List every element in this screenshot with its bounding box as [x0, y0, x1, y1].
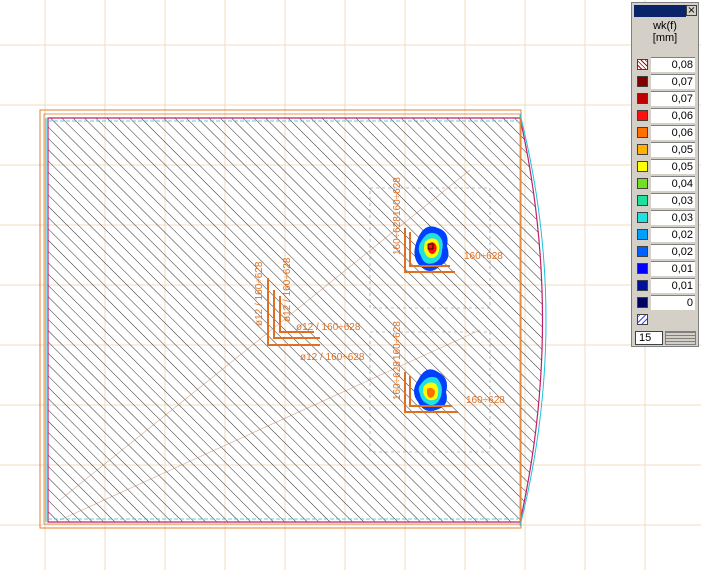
legend-value: 0: [651, 295, 695, 310]
legend-row: [635, 312, 697, 328]
legend-value: 0,03: [651, 193, 695, 208]
legend-titlebar[interactable]: [634, 5, 686, 17]
legend-value: 0,06: [651, 108, 695, 123]
legend-swatch: [637, 263, 648, 274]
rebar-label-8: ø12 / 160÷628: [282, 257, 293, 322]
legend-value: 0,05: [651, 142, 695, 157]
legend-swatch: [637, 246, 648, 257]
rebar-label-2: 160÷628: [466, 395, 505, 406]
legend-value: 0,02: [651, 244, 695, 259]
scale-slider[interactable]: [665, 331, 696, 345]
rebar-label-7: ø12 / 160÷628: [254, 261, 265, 326]
legend-row: 0,01: [635, 278, 697, 294]
legend-swatch: [637, 76, 648, 87]
legend-row: 0,06: [635, 108, 697, 124]
legend-row: 0,01: [635, 261, 697, 277]
legend-row: 0,02: [635, 227, 697, 243]
legend-value: [651, 312, 695, 327]
legend-row: 0,02: [635, 244, 697, 260]
legend-row: 0: [635, 295, 697, 311]
legend-unit: [mm]: [652, 32, 678, 44]
legend-row: 0,07: [635, 74, 697, 90]
rebar-label-10: 160÷628: [392, 216, 403, 255]
legend-row: 0,06: [635, 125, 697, 141]
legend-row: 0,03: [635, 210, 697, 226]
legend-swatch: [637, 161, 648, 172]
legend-swatch: [637, 229, 648, 240]
legend-value: 0,05: [651, 159, 695, 174]
legend-swatch: [637, 110, 648, 121]
legend-swatch: [637, 59, 648, 70]
slab[interactable]: [39, 109, 547, 529]
legend-value: 0,07: [651, 91, 695, 106]
legend-value: 0,02: [651, 227, 695, 242]
rebar-label-9: 160÷628: [392, 361, 403, 400]
legend-swatch: [637, 178, 648, 189]
scale-input[interactable]: 15: [635, 331, 663, 345]
legend-row: 0,05: [635, 159, 697, 175]
legend-value: 0,06: [651, 125, 695, 140]
rebar-label-1: 160÷628: [464, 251, 503, 262]
legend-title: wk(f): [653, 20, 677, 32]
legend-row: 0,07: [635, 91, 697, 107]
legend-value: 0,03: [651, 210, 695, 225]
legend-swatch: [637, 127, 648, 138]
legend-swatch: [637, 144, 648, 155]
legend-row: 0,05: [635, 142, 697, 158]
legend-value: 0,04: [651, 176, 695, 191]
legend-value: 0,01: [651, 261, 695, 276]
legend-value: 0,01: [651, 278, 695, 293]
legend-value: 0,08: [651, 57, 695, 72]
rebar-label-5: ø12 / 160÷628: [296, 322, 361, 333]
legend-swatch: [637, 195, 648, 206]
legend-swatch: [637, 93, 648, 104]
close-icon[interactable]: ×: [686, 5, 697, 16]
legend-swatch: [637, 212, 648, 223]
drawing-canvas[interactable]: 160÷628 160÷628 160÷628 160÷628 ø12 / 16…: [0, 0, 701, 570]
rebar-label-3: 160÷628: [392, 177, 403, 216]
rebar-label-4: 160÷628: [392, 321, 403, 360]
legend-swatch: [637, 280, 648, 291]
legend-value: 0,07: [651, 74, 695, 89]
legend-swatch: [637, 297, 648, 308]
rebar-label-6: ø12 / 160÷628: [300, 352, 365, 363]
legend-row: 0,08: [635, 57, 697, 73]
legend-panel[interactable]: × wk(f) [mm] 0,08 0,07 0,07 0,06 0,06 0,05 0,0…: [631, 2, 699, 347]
legend-row: 0,03: [635, 193, 697, 209]
legend-swatch: [637, 314, 648, 325]
legend-row: 0,04: [635, 176, 697, 192]
